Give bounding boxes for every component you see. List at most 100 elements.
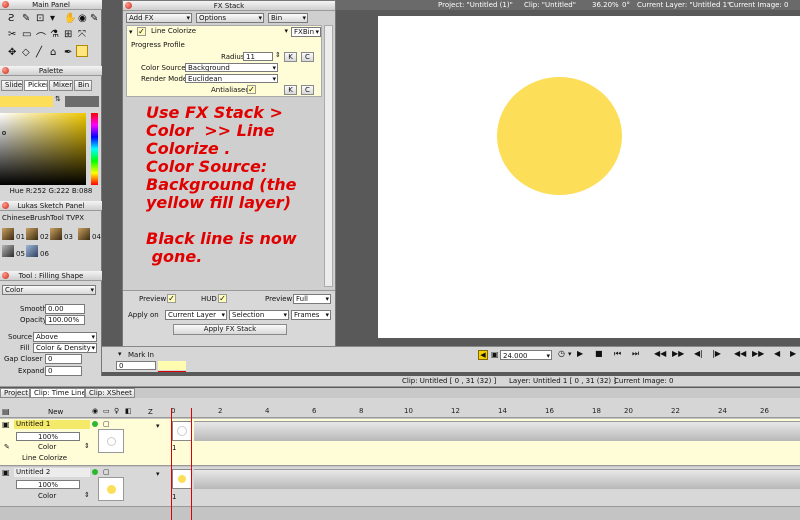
brush-shape-icon[interactable]: ◇ <box>22 47 30 58</box>
brush-05-icon[interactable] <box>2 245 14 257</box>
tab-slider[interactable]: Slider <box>1 80 23 91</box>
brush-06-icon[interactable] <box>26 245 38 257</box>
layer-2-lock-icon[interactable]: ▢ <box>103 468 110 476</box>
expand-arrow-icon[interactable]: ▾ <box>129 28 133 36</box>
gap-closer-field[interactable]: 0 <box>45 354 82 364</box>
tab-bin[interactable]: Bin <box>74 80 92 91</box>
visibility-icon[interactable]: ◉ <box>92 407 98 415</box>
canvas-area[interactable] <box>336 10 800 346</box>
layer-1-mode-stepper-icon[interactable]: ⇕ <box>84 442 90 450</box>
mark-in-field[interactable]: 0 <box>116 361 156 370</box>
brush-04-icon[interactable] <box>78 228 90 240</box>
bucket-tool-icon[interactable]: ⌂ <box>50 47 56 58</box>
brush-03-icon[interactable] <box>50 228 62 240</box>
crop-tool-icon[interactable]: ⊞ <box>64 29 72 40</box>
current-color-swatch[interactable] <box>0 96 53 107</box>
eye-tool-icon[interactable]: ◉ <box>78 13 87 24</box>
preview-checkbox[interactable]: ✓ <box>167 294 176 303</box>
line-tool-icon[interactable]: ╱ <box>36 47 42 58</box>
layer-1-visible-icon[interactable] <box>92 421 98 427</box>
frames-select[interactable]: Frames <box>291 310 331 320</box>
drawing-canvas[interactable] <box>378 16 800 338</box>
fill-tool-icon[interactable]: ✒ <box>64 47 72 58</box>
stamp-tool-icon[interactable]: ▾ <box>50 13 55 24</box>
play-icon[interactable]: ▶ <box>577 349 583 358</box>
fx-stack-scrollbar[interactable] <box>324 25 333 287</box>
fxbin-select[interactable]: FXBin <box>291 27 321 37</box>
layer-2-opacity[interactable]: 100% <box>16 480 80 489</box>
layer-1-pen-icon[interactable]: ✎ <box>4 443 10 451</box>
rewind-icon[interactable]: ◀◀ <box>654 349 666 358</box>
selection-select[interactable]: Selection <box>229 310 289 320</box>
pipette-tool-icon[interactable]: ⚗ <box>50 29 59 40</box>
render-mode-select[interactable]: Euclidean <box>185 74 278 83</box>
cut-tool-icon[interactable]: ✂ <box>8 29 16 40</box>
playhead-fwd-icon[interactable]: ▶ <box>790 349 796 358</box>
antialiased-c-button[interactable]: C <box>301 85 314 95</box>
brush-01-icon[interactable] <box>2 228 14 240</box>
stop-icon[interactable]: ■ <box>595 349 603 358</box>
pen-tool-icon[interactable]: ✎ <box>22 13 30 24</box>
radius-k-button[interactable]: K <box>284 52 297 62</box>
radius-stepper-icon[interactable]: ⇕ <box>275 51 281 59</box>
forward-icon[interactable]: ▶▶ <box>672 349 684 358</box>
layer-menu-icon[interactable]: ▤ <box>2 407 10 416</box>
layer-1-mode[interactable]: Color <box>38 443 56 451</box>
effect-name-select[interactable]: Line Colorize <box>149 27 289 37</box>
tab-project[interactable]: Project <box>0 388 30 398</box>
options-button[interactable]: Options <box>196 13 264 23</box>
fill-select[interactable]: Color & Density <box>33 343 97 353</box>
prev-frame-icon[interactable]: ◀| <box>694 349 703 358</box>
secondary-color-swatch[interactable] <box>65 96 99 107</box>
playhead-back-icon[interactable]: ◀ <box>774 349 780 358</box>
mark-in-arrow-icon[interactable]: ▾ <box>118 350 122 358</box>
opacity-field[interactable]: 100.00% <box>45 315 85 325</box>
close-icon[interactable] <box>125 2 132 9</box>
source-select[interactable]: Above <box>33 332 97 342</box>
move-tool-icon[interactable]: ✥ <box>8 47 16 58</box>
warp-tool-icon[interactable]: ⤧ <box>78 29 86 40</box>
brush-tool-icon[interactable]: Ƨ <box>8 13 14 24</box>
fill-shape-tool-icon[interactable] <box>76 45 88 57</box>
shape-tool-icon[interactable]: ⊡ <box>36 13 44 24</box>
layer-2-mode[interactable]: Color <box>38 492 56 500</box>
tab-timeline[interactable]: Clip: Time Line <box>30 388 85 398</box>
preview-quality-select[interactable]: Full <box>293 294 331 304</box>
timeline-ruler[interactable] <box>168 398 800 418</box>
layer-1-collapse-icon[interactable]: ▾ <box>156 422 160 430</box>
layer-2-cell[interactable] <box>172 469 192 489</box>
color-source-select[interactable]: Background <box>185 63 278 72</box>
loop-icon[interactable]: ◀ <box>478 350 488 360</box>
progress-profile-label[interactable]: Progress Profile <box>131 41 185 49</box>
pencil-tool-icon[interactable]: ✎ <box>90 13 98 24</box>
layer-2-track[interactable]: 1 <box>168 467 800 507</box>
swap-arrows-icon[interactable]: ⇅ <box>55 95 61 103</box>
radius-c-button[interactable]: C <box>301 52 314 62</box>
layer-row-1[interactable]: ▣ Untitled 1 ▢ 100% ✎ Color ⇕ Line Color… <box>0 419 168 466</box>
light-icon[interactable]: ♀ <box>114 407 119 415</box>
color-picker-square[interactable] <box>0 113 86 185</box>
rect-tool-icon[interactable]: ▭ <box>22 29 31 40</box>
tab-picker[interactable]: Picker <box>24 80 48 91</box>
mode-icon[interactable]: ◧ <box>125 407 132 415</box>
tool-mode-select[interactable]: Color <box>2 285 96 295</box>
next-frame-icon[interactable]: |▶ <box>712 349 721 358</box>
tab-xsheet[interactable]: Clip: XSheet <box>85 388 135 398</box>
add-fx-button[interactable]: Add FX <box>126 13 192 23</box>
expand-field[interactable]: 0 <box>45 366 82 376</box>
bin-button[interactable]: Bin <box>268 13 308 23</box>
forward-small-icon[interactable]: ▶▶ <box>752 349 764 358</box>
layer-2-collapse-icon[interactable]: ▾ <box>156 470 160 478</box>
antialiased-checkbox[interactable]: ✓ <box>247 85 256 94</box>
tab-mixer[interactable]: Mixer <box>49 80 73 91</box>
hue-slider[interactable] <box>91 113 98 185</box>
hud-checkbox[interactable]: ✓ <box>218 294 227 303</box>
speed-icon[interactable]: ◷ <box>558 349 565 358</box>
apply-on-select[interactable]: Current Layer <box>165 310 227 320</box>
last-frame-icon[interactable]: ⏭ <box>632 349 639 359</box>
close-icon[interactable] <box>2 272 9 279</box>
apply-fx-stack-button[interactable]: Apply FX Stack <box>173 324 287 335</box>
layer-1-track[interactable]: 1 <box>168 419 800 466</box>
layer-1-opacity[interactable]: 100% <box>16 432 80 441</box>
radius-field[interactable]: 11 <box>243 52 273 61</box>
